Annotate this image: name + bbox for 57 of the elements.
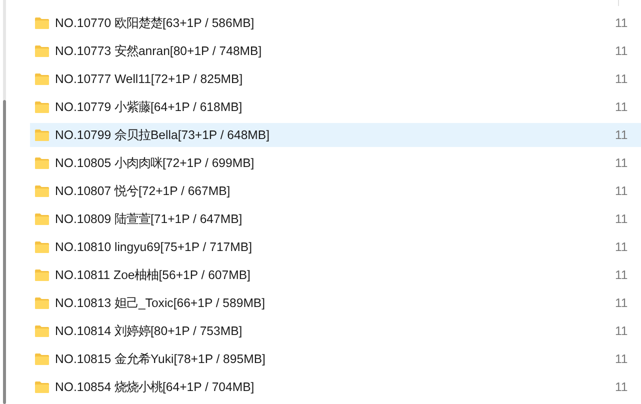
folder-icon <box>35 157 49 169</box>
date-modified: 11 <box>615 16 628 30</box>
file-row[interactable]: NO.10811 Zoe柚柚[56+1P / 607MB] 11 <box>30 263 641 287</box>
folder-icon <box>35 45 49 57</box>
date-modified: 11 <box>615 72 628 86</box>
folder-icon <box>35 17 49 29</box>
date-modified: 11 <box>615 156 628 170</box>
file-row[interactable]: NO.10854 烧烧小桃[64+1P / 704MB] 11 <box>30 375 641 399</box>
file-row[interactable]: NO.10799 佘贝拉Bella[73+1P / 648MB] 11 <box>30 123 641 147</box>
folder-icon <box>35 269 49 281</box>
date-modified: 11 <box>615 296 628 310</box>
file-name: NO.10809 陆萱萱[71+1P / 647MB] <box>55 210 244 228</box>
file-row[interactable]: NO.10815 金允希Yuki[78+1P / 895MB] 11 <box>30 347 641 371</box>
file-name: NO.10810 lingyu69[75+1P / 717MB] <box>55 240 254 254</box>
file-row[interactable]: NO.10810 lingyu69[75+1P / 717MB] 11 <box>30 235 641 259</box>
file-name: NO.10805 小肉肉咪[72+1P / 699MB] <box>55 154 256 172</box>
file-row[interactable]: NO.10779 小紫藤[64+1P / 618MB] 11 <box>30 95 641 119</box>
file-name: NO.10773 安然anran[80+1P / 748MB] <box>55 42 263 60</box>
folder-icon <box>35 381 49 393</box>
folder-icon <box>35 101 49 113</box>
file-row[interactable]: NO.10770 欧阳楚楚[63+1P / 586MB] 11 <box>30 11 641 35</box>
folder-icon <box>35 185 49 197</box>
date-modified: 11 <box>615 268 628 282</box>
date-modified: 11 <box>615 184 628 198</box>
folder-icon <box>35 241 49 253</box>
folder-icon <box>35 129 49 141</box>
file-name: NO.10813 妲己_Toxic[66+1P / 589MB] <box>55 294 266 312</box>
date-modified: 11 <box>615 352 628 366</box>
date-modified: 11 <box>615 240 628 254</box>
file-name: NO.10770 欧阳楚楚[63+1P / 586MB] <box>55 14 256 32</box>
date-modified: 11 <box>615 212 628 226</box>
folder-icon <box>35 297 49 309</box>
date-modified: 11 <box>615 380 628 394</box>
file-row[interactable]: NO.10807 悦兮[72+1P / 667MB] 11 <box>30 179 641 203</box>
file-name: NO.10799 佘贝拉Bella[73+1P / 648MB] <box>55 126 271 144</box>
file-name: NO.10779 小紫藤[64+1P / 618MB] <box>55 98 244 116</box>
file-row[interactable]: NO.10809 陆萱萱[71+1P / 647MB] 11 <box>30 207 641 231</box>
date-modified: 11 <box>615 128 628 142</box>
date-modified: 11 <box>615 324 628 338</box>
file-name: NO.10811 Zoe柚柚[56+1P / 607MB] <box>55 266 252 284</box>
file-row[interactable]: NO.10813 妲己_Toxic[66+1P / 589MB] 11 <box>30 291 641 315</box>
folder-icon <box>35 213 49 225</box>
file-name: NO.10777 Well11[72+1P / 825MB] <box>55 72 244 86</box>
file-row[interactable]: NO.10805 小肉肉咪[72+1P / 699MB] 11 <box>30 151 641 175</box>
file-row[interactable]: NO.10773 安然anran[80+1P / 748MB] 11 <box>30 39 641 63</box>
date-modified: 11 <box>615 100 628 114</box>
date-modified: 11 <box>615 44 628 58</box>
file-name: NO.10815 金允希Yuki[78+1P / 895MB] <box>55 350 266 368</box>
file-name: NO.10807 悦兮[72+1P / 667MB] <box>55 182 232 200</box>
file-row[interactable]: NO.10777 Well11[72+1P / 825MB] 11 <box>30 67 641 91</box>
file-row[interactable]: NO.10814 刘婷婷[80+1P / 753MB] 11 <box>30 319 641 343</box>
folder-icon <box>35 353 49 365</box>
file-name: NO.10854 烧烧小桃[64+1P / 704MB] <box>55 378 256 396</box>
scrollbar-thumb[interactable] <box>3 100 6 404</box>
file-name: NO.10814 刘婷婷[80+1P / 753MB] <box>55 322 244 340</box>
folder-icon <box>35 73 49 85</box>
folder-icon <box>35 325 49 337</box>
